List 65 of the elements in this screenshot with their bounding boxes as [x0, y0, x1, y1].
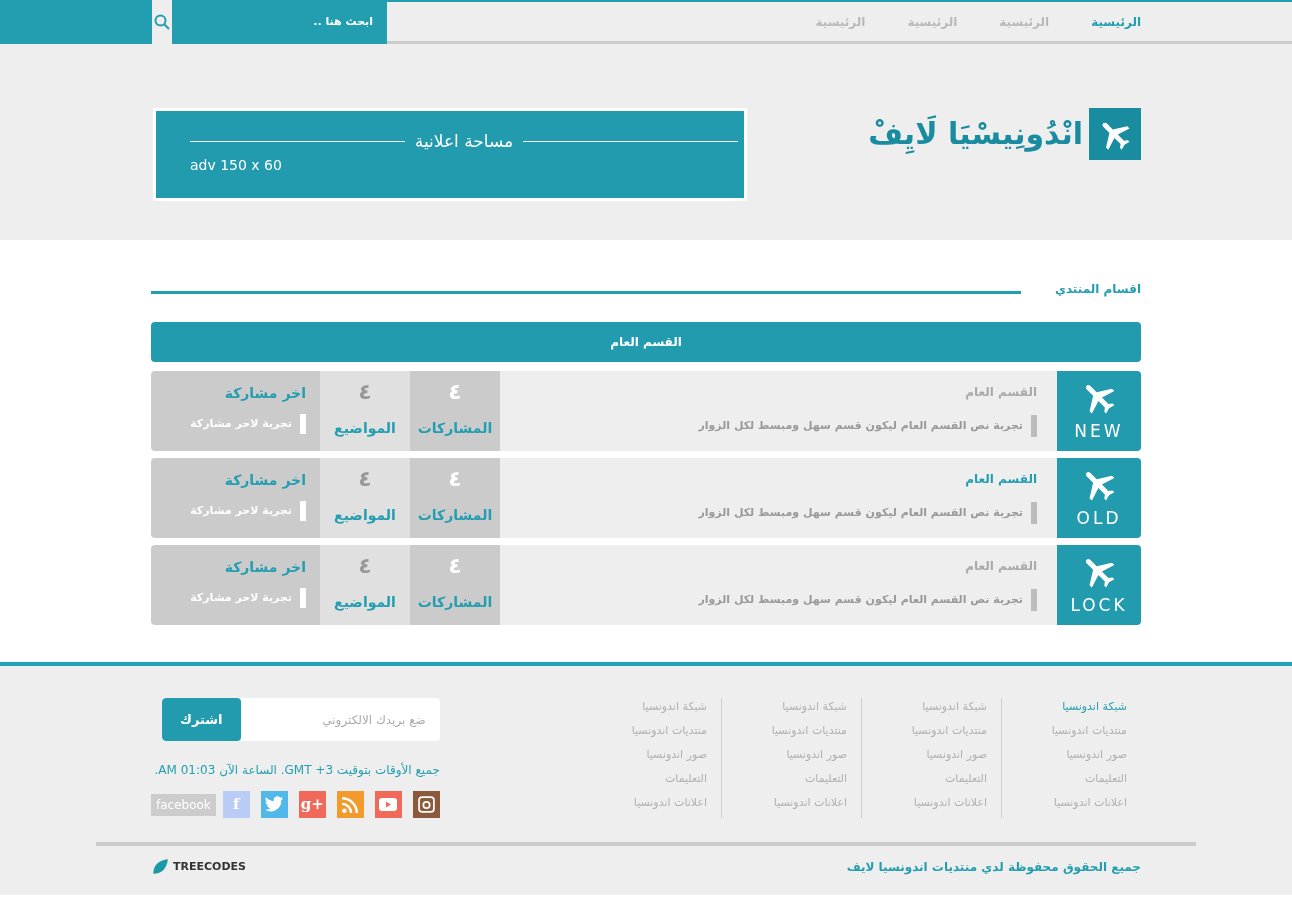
footer-link[interactable]: منتديات اندونسيا — [736, 722, 847, 739]
posts-label: المشاركات — [417, 419, 493, 438]
category-bar[interactable]: القسم العام — [151, 322, 1141, 362]
footer-link[interactable]: صور اندونسيا — [1016, 746, 1127, 763]
topics-label: المواضيع — [334, 593, 396, 613]
bird-icon — [264, 796, 285, 813]
instagram-button[interactable] — [412, 791, 440, 818]
posts-label: المشاركات — [417, 593, 493, 612]
logo-text: انْدُونِيسْيَا لَايِفْ — [868, 116, 1083, 152]
footer-link[interactable]: منتديات اندونسيا — [876, 722, 987, 739]
subscribe-button[interactable]: اشترك — [161, 698, 241, 741]
topics-count: ٤ — [358, 381, 372, 403]
forum-description: تجربة نص القسم العام ليكون قسم سهل ومبسط لكل الزوار — [698, 589, 1037, 611]
footer-link[interactable]: منتديات اندونسيا — [595, 722, 707, 739]
footer-link[interactable]: التعليمات — [595, 770, 707, 787]
forum-title[interactable]: القسم العام — [965, 472, 1037, 486]
forum-title[interactable]: القسم العام — [965, 385, 1037, 399]
footer-link[interactable]: منتديات اندونسيا — [1016, 722, 1127, 739]
posts-label: المشاركات — [417, 506, 493, 525]
leaf-icon — [151, 858, 169, 876]
footer-link[interactable]: اعلانات اندونسيا — [876, 794, 987, 811]
nav-link[interactable]: الرئيسية — [1091, 12, 1141, 31]
rss-button[interactable] — [336, 791, 364, 818]
forum-title[interactable]: القسم العام — [965, 559, 1037, 573]
topics-label: المواضيع — [334, 419, 396, 439]
topics-label: المواضيع — [334, 506, 396, 526]
video-icon — [378, 797, 399, 812]
topics-count: ٤ — [358, 468, 372, 490]
footer-link[interactable]: صور اندونسيا — [736, 746, 847, 763]
search-field[interactable]: ابحث هنا .. — [172, 0, 387, 44]
status-badge: OLD — [1057, 458, 1141, 538]
twitter-button[interactable] — [260, 791, 288, 818]
status-badge: LOCK — [1057, 545, 1141, 625]
footer-link[interactable]: صور اندونسيا — [595, 746, 707, 763]
rss-icon — [341, 795, 360, 814]
footer-link[interactable]: شبكة اندونسيا — [1016, 698, 1127, 715]
status-badge: NEW — [1057, 371, 1141, 451]
search-icon[interactable] — [154, 14, 170, 30]
last-post-label: اخر مشاركة — [223, 558, 306, 578]
youtube-button[interactable] — [374, 791, 402, 818]
forum-description: تجربة نص القسم العام ليكون قسم سهل ومبسط لكل الزوار — [698, 415, 1037, 437]
facebook-button[interactable]: f — [222, 791, 250, 818]
footer-link[interactable]: اعلانات اندونسيا — [736, 794, 847, 811]
camera-icon — [417, 796, 435, 813]
footer-link[interactable]: صور اندونسيا — [876, 746, 987, 763]
newsletter-form[interactable]: ضع بريدك الالكتروني اشترك — [161, 698, 440, 741]
copyright-text: جميع الحقوق محفوظة لدي منتديات اندونسيا لايف — [846, 859, 1141, 876]
footer-link[interactable]: التعليمات — [876, 770, 987, 787]
footer-link[interactable]: التعليمات — [1016, 770, 1127, 787]
section-title: اقسام المنتدي — [1054, 281, 1141, 298]
forum-description: تجربة نص القسم العام ليكون قسم سهل ومبسط لكل الزوار — [698, 502, 1037, 524]
ad-title: مساحة اعلانية — [413, 130, 515, 153]
last-post-label: اخر مشاركة — [223, 384, 306, 404]
googleplus-button[interactable]: g+ — [298, 791, 326, 818]
footer-link[interactable]: اعلانات اندونسيا — [595, 794, 707, 811]
topics-count: ٤ — [358, 555, 372, 577]
ad-size: adv 150 x 60 — [190, 156, 282, 173]
timezone-text: جميع الأوقات بتوقيت GMT +3. الساعة الآن 01:03 AM. — [153, 761, 440, 779]
credit-logo-text: TREECODES — [173, 858, 246, 875]
footer-link[interactable]: شبكة اندونسيا — [876, 698, 987, 715]
last-post-label: اخر مشاركة — [223, 471, 306, 491]
footer-link[interactable]: اعلانات اندونسيا — [1016, 794, 1127, 811]
footer-link[interactable]: التعليمات — [736, 770, 847, 787]
footer-link[interactable]: شبكة اندونسيا — [736, 698, 847, 715]
footer-link[interactable]: شبكة اندونسيا — [595, 698, 707, 715]
